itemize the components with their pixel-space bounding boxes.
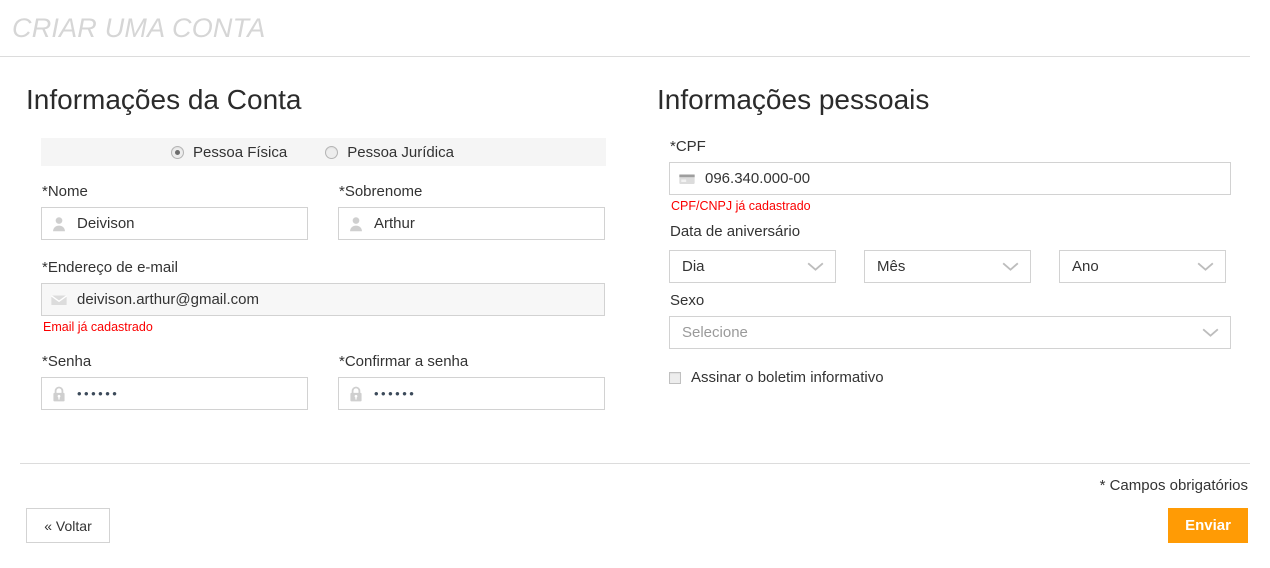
password-confirm-field: *Confirmar a senha •••••• [338,344,605,411]
password-fields-row: *Senha •••••• *Confirmar a senha •••••• [41,344,606,420]
chevron-down-icon [1002,262,1019,272]
radio-pessoa-fisica[interactable]: Pessoa Física [171,144,287,161]
email-input[interactable]: deivison.arthur@gmail.com [41,283,605,317]
chevron-down-icon [1197,262,1214,272]
password-confirm-value: •••••• [374,387,417,401]
name-fields-row: *Nome Deivison *Sobrenome Arthur [41,174,606,250]
footer-divider [20,463,1250,464]
chevron-down-icon [807,262,824,272]
envelope-icon [50,294,68,305]
cpf-label: *CPF [670,138,706,156]
first-name-label: *Nome [42,183,88,201]
gender-select[interactable]: Selecione [669,316,1231,350]
user-icon [350,216,362,231]
password-label: *Senha [42,353,92,371]
birthday-field: Data de aniversário [669,223,1234,240]
email-error-message: Email já cadastrado [43,320,153,335]
account-information-section: Informações da Conta Pessoa Física Pesso… [26,85,606,420]
gender-value: Selecione [682,324,748,342]
submit-button[interactable]: Enviar [1168,508,1248,543]
last-name-input[interactable]: Arthur [338,207,605,241]
birthday-day-value: Dia [682,258,705,276]
personal-information-section: Informações pessoais *CPF 096.340.000-00… [654,85,1234,420]
radio-pessoa-fisica-label: Pessoa Física [193,143,288,161]
birthday-day-select[interactable]: Dia [669,250,836,284]
account-section-heading: Informações da Conta [26,84,302,116]
birthday-year-select[interactable]: Ano [1059,250,1226,284]
lock-icon [53,386,65,402]
birthday-label: Data de aniversário [670,223,801,241]
user-icon [53,216,65,231]
last-name-value: Arthur [374,216,415,232]
cpf-input[interactable]: 096.340.000-00 [669,162,1231,196]
personal-section-heading: Informações pessoais [657,84,930,116]
radio-selected-icon [171,145,184,159]
cpf-field: *CPF 096.340.000-00 CPF/CNPJ já cadastra… [669,138,1234,213]
email-field-row: *Endereço de e-mail deivison.arthur@gmai… [41,250,606,344]
email-value: deivison.arthur@gmail.com [77,292,259,308]
last-name-label: *Sobrenome [339,183,423,201]
gender-field: Sexo Selecione [669,292,1234,350]
email-field: *Endereço de e-mail deivison.arthur@gmai… [41,250,605,334]
newsletter-label: Assinar o boletim informativo [691,369,884,387]
required-fields-note: * Campos obrigatórios [1099,477,1248,494]
password-confirm-input[interactable]: •••••• [338,377,605,411]
chevron-down-icon [1202,328,1219,338]
first-name-value: Deivison [77,216,135,232]
gender-label: Sexo [670,292,705,310]
cpf-value: 096.340.000-00 [705,171,811,187]
radio-pessoa-juridica-label: Pessoa Jurídica [347,143,454,161]
password-field: *Senha •••••• [41,344,308,411]
newsletter-checkbox[interactable] [669,371,681,384]
page-header: CRIAR UMA CONTA [0,0,1250,58]
last-name-field: *Sobrenome Arthur [338,174,605,241]
password-input[interactable]: •••••• [41,377,308,411]
password-confirm-label: *Confirmar a senha [339,353,469,371]
form-columns: Informações da Conta Pessoa Física Pesso… [0,57,1270,420]
first-name-input[interactable]: Deivison [41,207,308,241]
radio-unselected-icon [325,145,339,159]
person-type-radio-group: Pessoa Física Pessoa Jurídica [41,138,606,167]
birthday-selects-row: Dia Mês Ano [669,250,1234,284]
email-label: *Endereço de e-mail [42,259,178,277]
lock-icon [350,386,362,402]
password-value: •••••• [77,387,120,401]
birthday-month-select[interactable]: Mês [864,250,1031,284]
cpf-error-message: CPF/CNPJ já cadastrado [671,199,811,214]
newsletter-checkbox-row[interactable]: Assinar o boletim informativo [669,369,1234,386]
birthday-year-value: Ano [1072,258,1099,276]
page-title: CRIAR UMA CONTA [12,13,266,43]
radio-pessoa-juridica[interactable]: Pessoa Jurídica [325,144,454,161]
card-icon [679,174,695,184]
birthday-month-value: Mês [877,258,906,276]
back-button[interactable]: « Voltar [26,508,110,543]
first-name-field: *Nome Deivison [41,174,308,241]
